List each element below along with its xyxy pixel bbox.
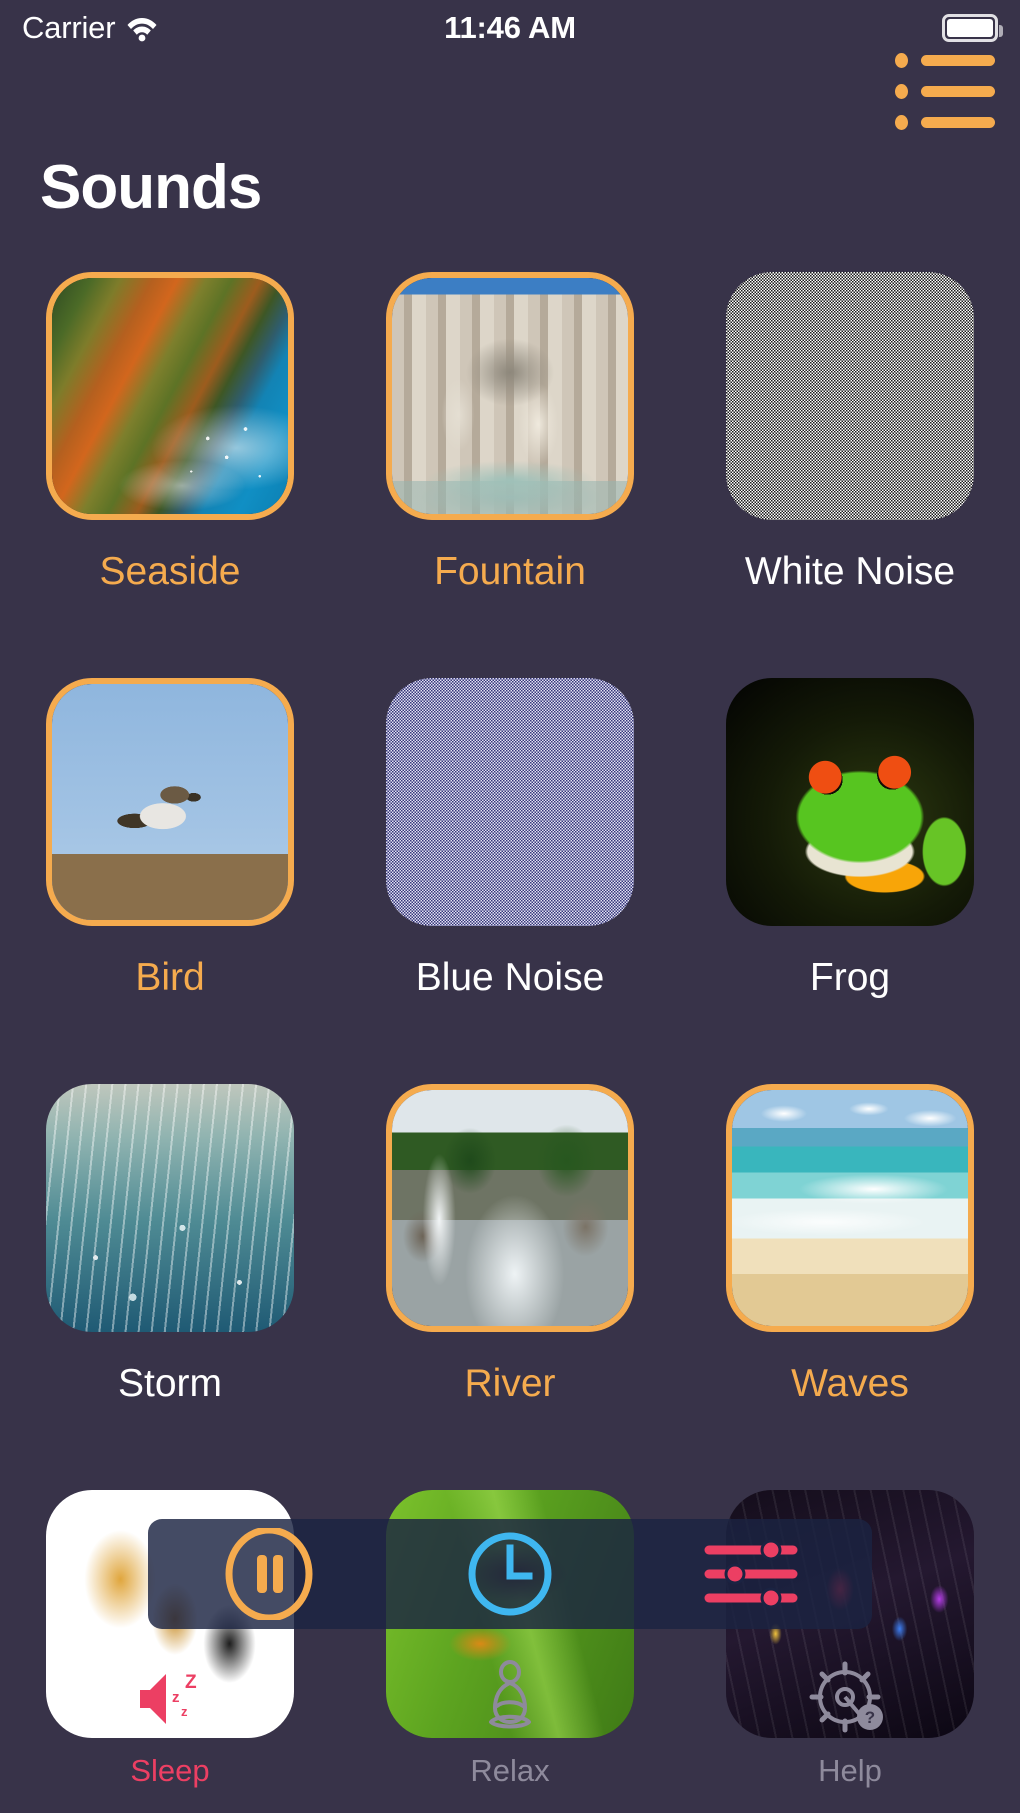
sound-label: Bird [135,956,205,999]
speaker-sleep-icon: Z z z [130,1657,210,1741]
river-artwork [392,1090,628,1326]
sound-thumbnail [46,678,294,926]
tab-label: Sleep [130,1753,210,1788]
pause-circle-icon [225,1528,313,1620]
blue-noise-artwork [386,678,634,926]
sound-tile-white-noise[interactable]: White Noise [713,272,988,594]
sound-thumbnail [726,678,974,926]
menu-bar [921,85,995,97]
sliders-icon [704,1539,798,1609]
menu-row [895,83,995,99]
sound-tile-river[interactable]: River [373,1084,648,1406]
fountain-artwork [392,278,628,514]
menu-bar [921,54,995,66]
sound-tile-bird[interactable]: Bird [33,678,308,1000]
list-menu-icon[interactable] [895,52,995,130]
tab-relax[interactable]: Relax [340,1657,680,1789]
meditation-icon [471,1657,549,1741]
sound-thumbnail [46,1084,294,1332]
sound-tile-seaside[interactable]: Seaside [33,272,308,594]
sound-tile-storm[interactable]: Storm [33,1084,308,1406]
svg-text:?: ? [865,1708,875,1727]
sound-thumbnail [46,272,294,520]
app-root: Carrier 11:46 AM Sounds Seaside Fountain… [0,0,1020,1813]
sound-thumbnail [726,1084,974,1332]
tab-bar: Z z z Sleep Relax ? Help [0,1633,1020,1813]
menu-dot [895,52,908,68]
svg-text:Z: Z [185,1672,197,1693]
timer-button[interactable] [435,1519,585,1629]
tab-label: Relax [470,1753,550,1788]
storm-artwork [46,1084,294,1332]
mixer-button[interactable] [676,1519,826,1629]
sound-thumbnail [386,1084,634,1332]
carrier-label: Carrier [22,10,116,45]
svg-text:z: z [181,1704,188,1719]
sound-thumbnail [386,678,634,926]
sound-label: River [464,1362,556,1405]
clock-icon [468,1532,552,1616]
white-noise-artwork [726,272,974,520]
sound-label: Frog [809,956,891,999]
menu-bar [921,116,995,128]
tab-help[interactable]: ? Help [680,1657,1020,1789]
status-bar-right [942,14,1003,42]
sound-label: Waves [791,1362,909,1405]
seaside-artwork [52,278,288,514]
battery-icon [942,14,1003,42]
sound-label: Fountain [434,550,586,593]
menu-dot [895,83,908,99]
sound-label: White Noise [744,550,956,593]
page-title: Sounds [40,153,262,222]
wifi-icon [127,18,157,42]
menu-row [895,114,995,130]
sound-tile-fountain[interactable]: Fountain [373,272,648,594]
status-bar: Carrier 11:46 AM [0,0,1020,56]
menu-dot [895,114,908,130]
sound-thumbnail [386,272,634,520]
tab-label: Help [818,1753,882,1788]
pause-button[interactable] [194,1519,344,1629]
svg-text:z: z [172,1689,180,1706]
gear-question-icon: ? [809,1657,891,1741]
status-bar-left: Carrier [22,10,159,46]
bird-artwork [52,684,288,920]
menu-row [895,52,995,68]
player-control-bar [148,1519,872,1629]
sound-label: Storm [117,1362,222,1405]
frog-artwork [726,678,974,926]
waves-artwork [732,1090,968,1326]
tab-sleep[interactable]: Z z z Sleep [0,1657,340,1789]
sound-tile-frog[interactable]: Frog [713,678,988,1000]
sound-label: Seaside [99,550,241,593]
sound-label: Blue Noise [415,956,605,999]
sound-thumbnail [726,272,974,520]
sound-tile-blue-noise[interactable]: Blue Noise [373,678,648,1000]
sound-tile-waves[interactable]: Waves [713,1084,988,1406]
